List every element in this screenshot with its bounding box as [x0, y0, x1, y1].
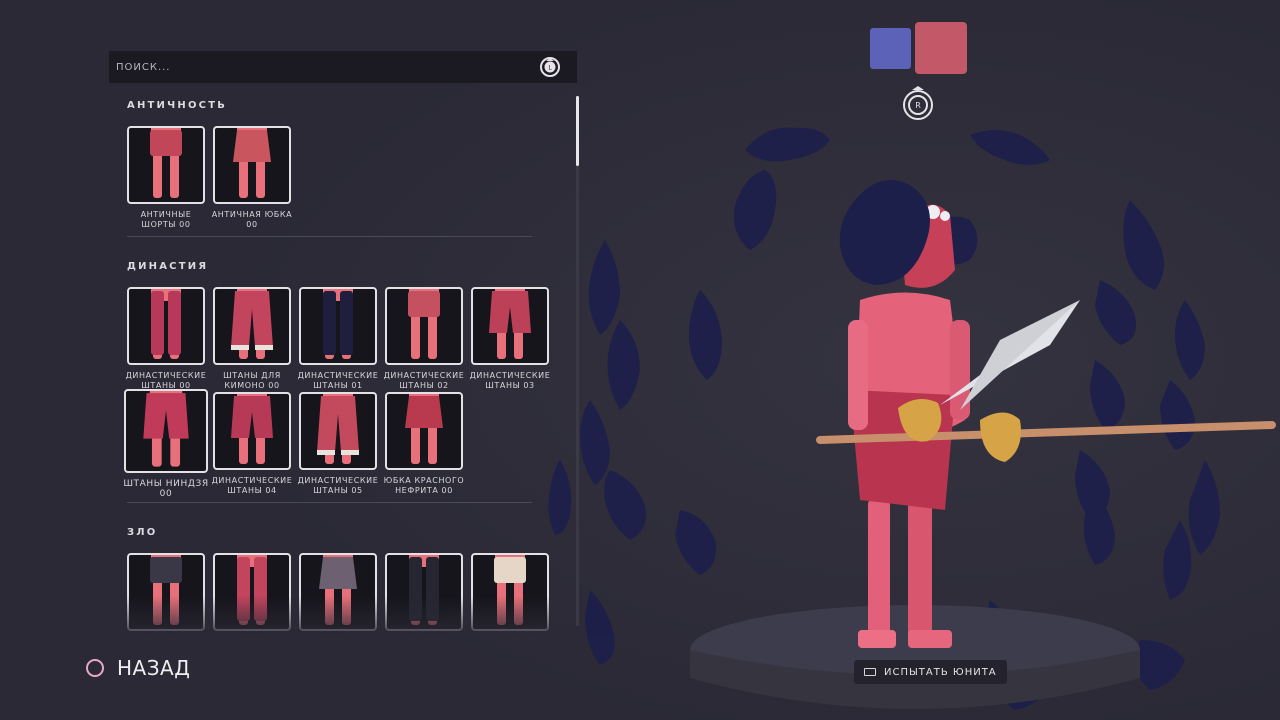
item-label: ДИНАСТИЧЕСКИЕ ШТАНЫ 02: [383, 371, 465, 390]
item-label: ДИНАСТИЧЕСКИЕ ШТАНЫ 04: [211, 476, 293, 495]
item-label: ЮБКА КРАСНОГО НЕФРИТА 00: [383, 476, 465, 495]
item-thumbnail: [127, 126, 205, 204]
item-label: ДИНАСТИЧЕСКИЕ ШТАНЫ 05: [297, 476, 379, 495]
try-unit-button[interactable]: ИСПЫТАТЬ ЮНИТА: [854, 660, 1007, 684]
item-thumbnail: [385, 392, 463, 470]
legs-preview-icon: [231, 394, 273, 464]
item-card[interactable]: ДИНАСТИЧЕСКИЕ ШТАНЫ 00: [126, 287, 206, 390]
team-color-red-swatch[interactable]: [915, 22, 967, 74]
item-card[interactable]: АНТИЧНАЯ ЮБКА 00: [212, 126, 292, 229]
item-card[interactable]: ДИНАСТИЧЕСКИЕ ШТАНЫ 01: [298, 287, 378, 390]
legs-preview-icon: [237, 555, 267, 625]
item-thumbnail: [299, 392, 377, 470]
legs-preview-icon: [494, 555, 526, 625]
item-card[interactable]: ДИНАСТИЧЕСКИЕ ШТАНЫ 03: [470, 287, 550, 390]
legs-preview-icon: [408, 289, 440, 359]
legs-preview-icon: [150, 555, 182, 625]
item-thumbnail: [471, 287, 549, 365]
item-card[interactable]: ШТАНЫ ДЛЯ КИМОНО 00: [213, 287, 291, 390]
scrollbar-thumb[interactable]: [576, 96, 579, 166]
back-button[interactable]: НАЗАД: [86, 656, 190, 680]
item-card[interactable]: ДИНАСТИЧЕСКИЕ ШТАНЫ 05: [298, 392, 378, 495]
section-title: ДИНАСТИЯ: [127, 261, 209, 272]
item-label: НЕДОБРЫЕ: [209, 637, 295, 640]
team-color-blue-swatch[interactable]: [870, 28, 911, 69]
item-thumbnail: [213, 287, 291, 365]
item-label: ДИНАСТИЧЕСКИЕ ШТАНЫ 03: [469, 371, 551, 390]
item-card[interactable]: НЕДОБРЫЕ: [213, 553, 291, 640]
item-label: НЕДОБРЫЕ: [467, 637, 553, 640]
item-label: ШТАНЫ НИНДЗЯ 00: [123, 479, 209, 499]
legs-preview-icon: [323, 289, 353, 359]
circle-button-icon: [86, 659, 104, 677]
item-card[interactable]: АНТИЧНЫЕ ШОРТЫ 00: [127, 126, 205, 229]
item-list-panel[interactable]: АНТИЧНОСТЬ АНТИЧНЫЕ ШОРТЫ 00 АНТИЧНАЯ ЮБКА…: [109, 88, 577, 640]
item-card[interactable]: НЕДОБРЫЕ: [471, 553, 549, 640]
search-bar[interactable]: ПОИСК... L: [109, 51, 577, 83]
section-title: АНТИЧНОСТЬ: [127, 100, 228, 111]
legs-preview-icon: [151, 289, 181, 359]
legs-preview-icon: [150, 128, 182, 198]
legs-preview-icon: [143, 391, 189, 467]
section-title: ЗЛО: [127, 527, 158, 538]
item-label: НЕДОБРЫЕ: [123, 637, 209, 640]
touchpad-icon: [864, 668, 876, 676]
item-thumbnail: [213, 126, 291, 204]
legs-preview-icon: [405, 394, 443, 464]
item-card[interactable]: ДИНАСТИЧЕСКИЕ ШТАНЫ 02: [384, 287, 464, 390]
legs-preview-icon: [233, 128, 271, 198]
item-label: ШТАНЫ ДЛЯ КИМОНО 00: [223, 371, 281, 390]
l3-stick-icon[interactable]: L: [539, 56, 561, 78]
section-divider: [127, 236, 532, 237]
item-card[interactable]: НЕДОБРЫЕ: [385, 553, 463, 640]
item-card[interactable]: ДИНАСТИЧЕСКИЕ ШТАНЫ 04: [212, 392, 292, 495]
item-thumbnail: [127, 553, 205, 631]
item-thumbnail: [213, 553, 291, 631]
legs-preview-icon: [317, 394, 359, 464]
item-label: ДИНАСТИЧЕСКИЕ ШТАНЫ 00: [125, 371, 207, 390]
item-label: НЕДОБРАЯ: [295, 637, 381, 640]
scrollbar-track[interactable]: [576, 96, 579, 626]
legs-preview-icon: [231, 289, 273, 359]
try-unit-label: ИСПЫТАТЬ ЮНИТА: [884, 666, 997, 678]
item-thumbnail: [299, 553, 377, 631]
back-label: НАЗАД: [117, 656, 191, 680]
item-thumbnail: [124, 389, 208, 473]
item-card[interactable]: НЕДОБРАЯ: [299, 553, 377, 640]
item-label: ДИНАСТИЧЕСКИЕ ШТАНЫ 01: [297, 371, 379, 390]
r3-stick-icon[interactable]: R: [901, 86, 935, 122]
legs-preview-icon: [409, 555, 439, 625]
section-divider: [127, 502, 532, 503]
item-card[interactable]: ШТАНЫ НИНДЗЯ 00: [123, 389, 208, 499]
legs-preview-icon: [319, 555, 357, 625]
legs-preview-icon: [489, 289, 531, 359]
item-thumbnail: [299, 287, 377, 365]
item-card[interactable]: ЮБКА КРАСНОГО НЕФРИТА 00: [384, 392, 464, 495]
item-thumbnail: [213, 392, 291, 470]
item-thumbnail: [385, 553, 463, 631]
item-label: НЕДОБРЫЕ: [381, 637, 467, 640]
svg-text:R: R: [915, 101, 921, 110]
item-label: АНТИЧНАЯ ЮБКА 00: [211, 210, 293, 229]
item-thumbnail: [127, 287, 205, 365]
item-label: АНТИЧНЫЕ ШОРТЫ 00: [140, 210, 192, 229]
search-input[interactable]: ПОИСК...: [116, 62, 171, 73]
item-card[interactable]: НЕДОБРЫЕ: [127, 553, 205, 640]
item-thumbnail: [471, 553, 549, 631]
item-thumbnail: [385, 287, 463, 365]
